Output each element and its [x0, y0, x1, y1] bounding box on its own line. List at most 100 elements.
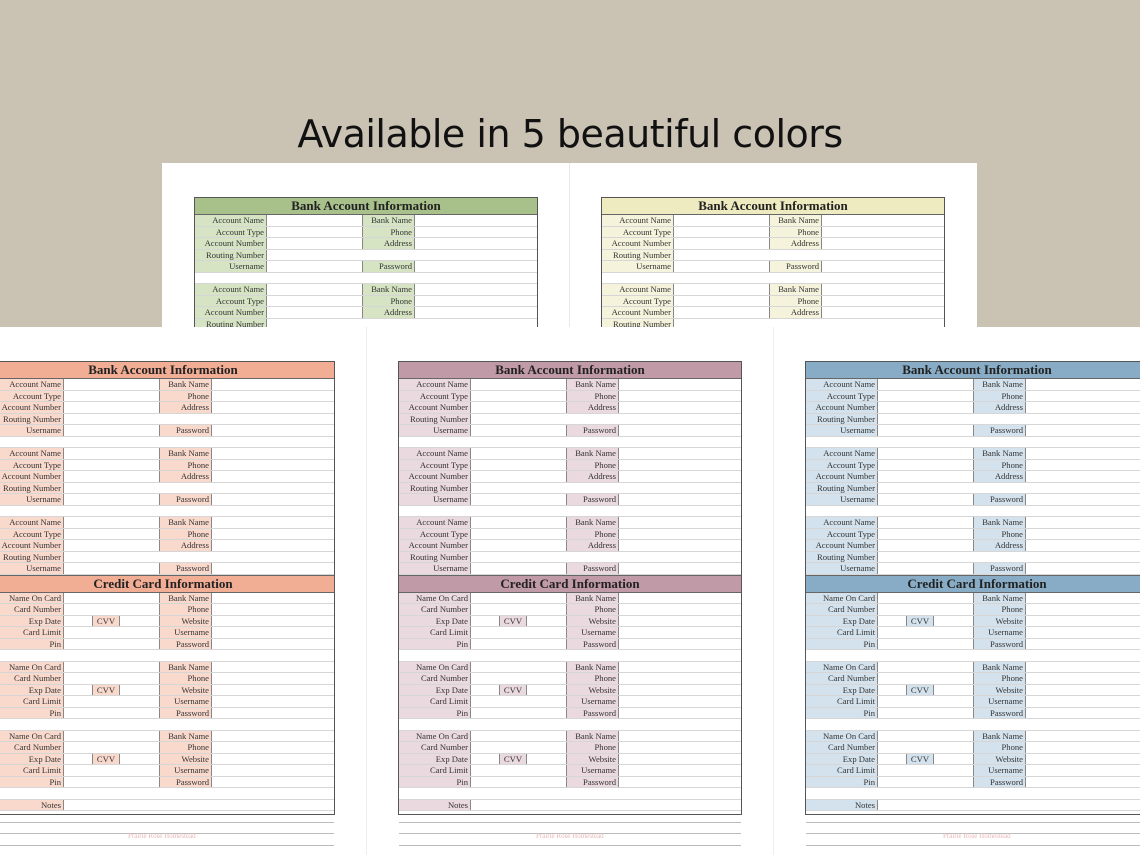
field-label: Password — [973, 638, 1026, 649]
form-row: Account Number Address — [602, 307, 944, 319]
form-row: Account Name Bank Name — [195, 284, 537, 296]
field-label: Phone — [566, 459, 619, 470]
field-label: Account Type — [0, 459, 64, 470]
cvv-label: CVV — [499, 684, 527, 695]
field-label: Account Number — [0, 402, 64, 413]
field-label: Username — [566, 696, 619, 707]
field-label: Account Number — [602, 238, 674, 249]
field-label: Exp Date — [399, 684, 471, 695]
form-row: Routing Number — [806, 413, 1140, 425]
field-label: Username — [399, 494, 471, 505]
field-label: Username — [602, 261, 674, 272]
field-label: Exp Date — [399, 753, 471, 764]
field-label: Routing Number — [195, 249, 267, 260]
field-label: Account Number — [806, 471, 878, 482]
field-label: Card Number — [0, 742, 64, 753]
field-label: Routing Number — [602, 249, 674, 260]
field-label: Account Name — [806, 448, 878, 459]
field-label: Exp Date — [806, 753, 878, 764]
field-label: Card Number — [399, 604, 471, 615]
form-row: Username Password — [399, 494, 741, 506]
form-row: Exp Date Website CVV — [0, 615, 334, 627]
notes-label: Notes — [0, 799, 64, 810]
form-row: Routing Number — [399, 413, 741, 425]
field-label: Pin — [0, 707, 64, 718]
notes-line — [806, 811, 1140, 823]
field-label: Routing Number — [806, 413, 878, 424]
field-label: Account Type — [0, 528, 64, 539]
cvv-label: CVV — [499, 615, 527, 626]
form-row: Routing Number — [0, 482, 334, 494]
form-row: Exp Date Website CVV — [806, 684, 1140, 696]
notes-row: Notes — [399, 799, 741, 811]
form-row: Card Limit Username — [399, 627, 741, 639]
notes-label: Notes — [399, 799, 471, 810]
form-blue: Bank Account Information Account Name Bank… — [805, 361, 1140, 846]
field-label: Routing Number — [399, 551, 471, 562]
form-row: Card Number Phone — [0, 673, 334, 685]
form-row: Exp Date Website CVV — [0, 684, 334, 696]
field-label: Bank Name — [159, 661, 212, 672]
form-row: Account Name Bank Name — [195, 215, 537, 227]
field-label: Address — [362, 238, 415, 249]
form-row: Account Number Address — [806, 471, 1140, 483]
cvv-label: CVV — [906, 753, 934, 764]
field-label: Phone — [973, 604, 1026, 615]
form-row: Account Type Phone — [806, 528, 1140, 540]
field-label: Card Limit — [806, 765, 878, 776]
field-label: Routing Number — [0, 482, 64, 493]
field-label: Phone — [159, 459, 212, 470]
form-row: Name On Card Bank Name — [399, 592, 741, 604]
form-row: Card Number Phone — [399, 673, 741, 685]
form-row: Card Number Phone — [806, 673, 1140, 685]
cvv-label: CVV — [92, 684, 120, 695]
spacer-row — [0, 788, 334, 800]
form-row: Routing Number — [602, 249, 944, 261]
form-mauve: Bank Account Information Account Name Bank… — [398, 361, 742, 846]
field-label: Address — [566, 540, 619, 551]
form-row: Username Password — [0, 563, 334, 575]
field-label: Account Number — [0, 540, 64, 551]
field-label: Routing Number — [399, 413, 471, 424]
field-label: Routing Number — [399, 482, 471, 493]
field-label: Password — [159, 638, 212, 649]
spacer-row — [0, 506, 334, 517]
field-label: Account Type — [602, 295, 674, 306]
form-row: Card Limit Username — [0, 765, 334, 777]
field-label: Routing Number — [0, 551, 64, 562]
field-label: Bank Name — [973, 517, 1026, 528]
field-label: Phone — [973, 459, 1026, 470]
field-label: Card Number — [0, 673, 64, 684]
field-label: Bank Name — [769, 215, 822, 226]
field-label: Address — [769, 238, 822, 249]
field-label: Username — [806, 494, 878, 505]
section-title: Credit Card Information — [0, 574, 334, 593]
field-label: Phone — [159, 673, 212, 684]
field-label: Website — [566, 684, 619, 695]
field-label: Bank Name — [973, 661, 1026, 672]
form-row: Account Number Address — [0, 540, 334, 552]
field-label: Account Number — [399, 471, 471, 482]
field-label: Card Number — [806, 604, 878, 615]
field-label: Website — [973, 615, 1026, 626]
field-label: Phone — [362, 226, 415, 237]
field-label: Website — [159, 684, 212, 695]
field-label: Password — [159, 494, 212, 505]
field-label: Username — [806, 563, 878, 574]
field-label: Account Number — [399, 540, 471, 551]
field-label: Name On Card — [399, 661, 471, 672]
cvv-label: CVV — [92, 753, 120, 764]
field-label: Card Limit — [806, 696, 878, 707]
field-label: Card Limit — [399, 765, 471, 776]
notes-row: Notes — [806, 799, 1140, 811]
section-title: Bank Account Information — [0, 362, 334, 379]
field-label: Account Type — [806, 528, 878, 539]
field-label: Account Type — [0, 390, 64, 401]
field-label: Bank Name — [566, 661, 619, 672]
field-label: Password — [973, 707, 1026, 718]
spacer-row — [0, 719, 334, 731]
form-yellow: Bank Account Information Account Name Bank… — [601, 197, 945, 327]
form-row: Routing Number — [806, 551, 1140, 563]
field-label: Password — [973, 494, 1026, 505]
field-label: Name On Card — [0, 661, 64, 672]
